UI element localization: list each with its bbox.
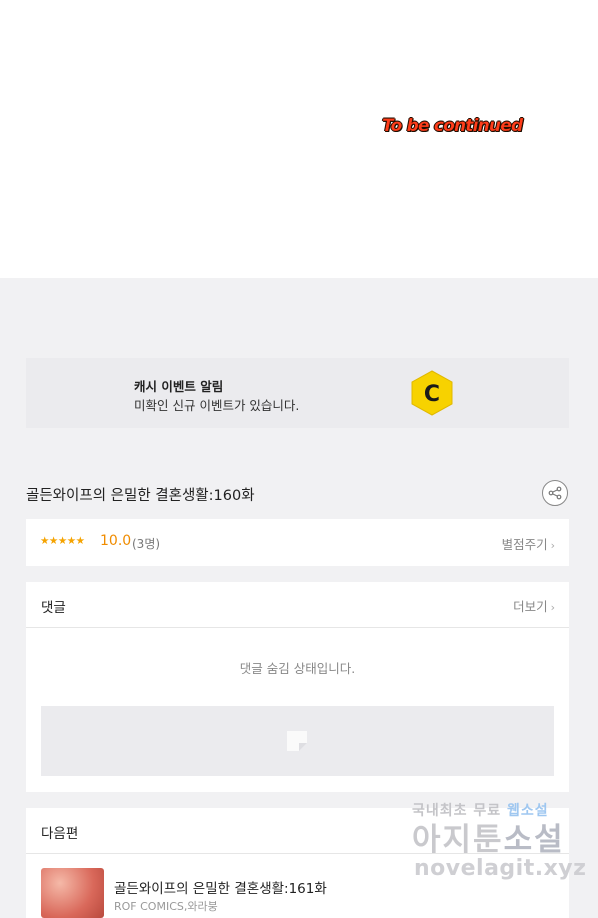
next-episode-thumbnail[interactable] [41,868,104,918]
share-icon [548,486,562,500]
divider [26,627,569,628]
banner-title: 캐시 이벤트 알림 [134,379,224,394]
comments-section: 댓글 더보기 › 댓글 숨김 상태입니다. [26,582,569,792]
comments-more-button[interactable]: 더보기 › [513,596,555,615]
chevron-right-icon: › [550,539,555,552]
cash-coin-icon: C [410,370,454,416]
watermark-line2: 아지툰소설 [412,822,565,858]
comments-header: 댓글 [41,600,66,616]
more-label: 더보기 [513,599,548,614]
next-episode-header: 다음편 [41,826,79,842]
share-button[interactable] [542,480,568,506]
watermark: 국내최초 무료 웹소설 아지툰소설 novelagit.xyz [412,800,598,892]
rate-label: 별점주기 [501,537,548,552]
cash-event-banner[interactable]: 캐시 이벤트 알림 미확인 신규 이벤트가 있습니다. C [26,358,569,428]
comic-image-area [0,0,598,278]
rating-card: ★★★★★ 10.0 (3명) 별점주기 › [26,519,569,566]
banner-description: 미확인 신규 이벤트가 있습니다. [134,398,300,413]
rating-count: (3명) [132,537,161,551]
watermark-line3: novelagit.xyz [414,856,587,881]
rating-score: 10.0 [100,533,132,549]
star-rating-icons: ★★★★★ [40,535,85,547]
chevron-right-icon: › [550,601,555,614]
ad-placeholder[interactable] [41,706,554,776]
to-be-continued-text: To be continued [382,116,523,136]
coin-letter: C [424,382,440,407]
next-episode-subtitle: ROF COMICS,와라붕 [114,900,218,913]
comments-hidden-message: 댓글 숨김 상태입니다. [239,661,356,676]
rate-button[interactable]: 별점주기 › [502,534,555,553]
next-episode-title[interactable]: 골든와이프의 은밀한 결혼생활:161화 [114,877,327,897]
episode-title: 골든와이프의 은밀한 결혼생활:160화 [26,488,255,504]
ad-placeholder-icon [287,731,307,751]
